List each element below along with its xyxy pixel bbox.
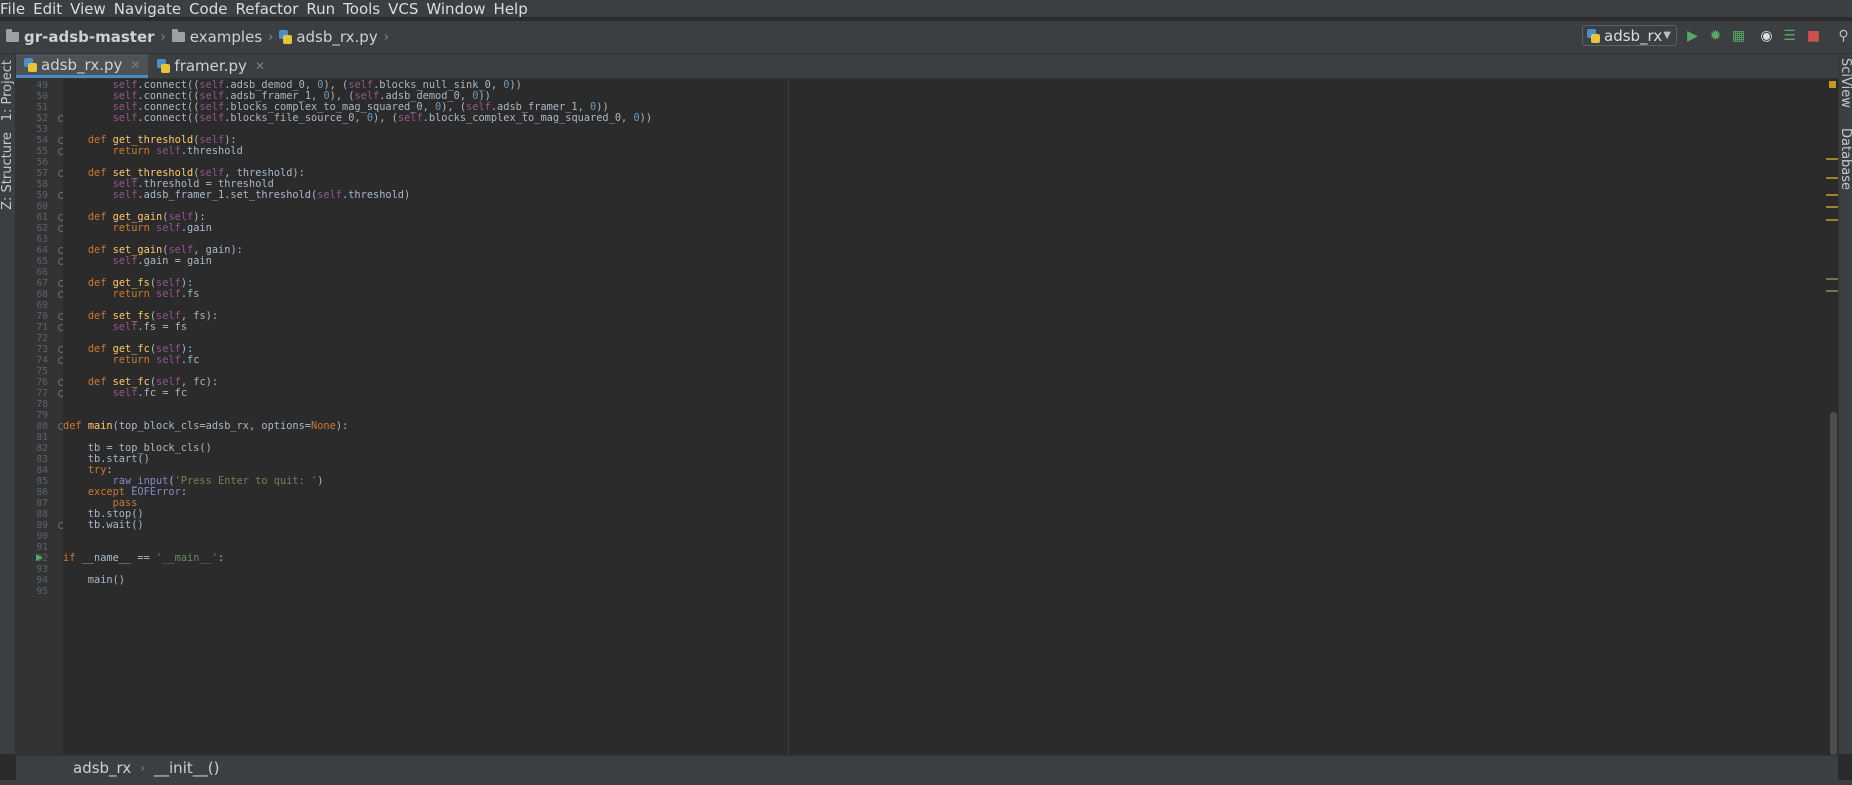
error-stripe-marker[interactable] xyxy=(1826,206,1838,208)
code-line[interactable]: return self.fc xyxy=(63,354,200,367)
folder-icon xyxy=(171,29,185,42)
code-line[interactable]: return self.gain xyxy=(63,222,212,235)
menu-file[interactable]: File xyxy=(0,0,32,18)
code-line[interactable]: self.adsb_framer_1.set_threshold(self.th… xyxy=(63,189,411,202)
breadcrumb-method[interactable]: __init__() xyxy=(154,759,219,777)
code-line[interactable]: tb.wait() xyxy=(63,519,144,532)
project-folder-icon xyxy=(6,29,19,42)
breadcrumb-separator: › xyxy=(140,761,146,775)
editor-scrollbar-thumb[interactable] xyxy=(1830,412,1837,755)
structure-tool-button[interactable]: Z: Structure xyxy=(0,132,15,210)
error-stripe-marker[interactable] xyxy=(1826,177,1838,179)
nav-separator: › xyxy=(383,29,389,45)
code-line[interactable]: self.connect((self.blocks_file_source_0,… xyxy=(63,112,652,125)
nav-file[interactable]: adsb_rx.py xyxy=(279,28,378,46)
menu-navigate[interactable]: Navigate xyxy=(113,0,188,18)
navigation-bar: gr-adsb-master › examples › adsb_rx.py ›… xyxy=(0,21,1852,54)
code-line[interactable]: return self.threshold xyxy=(63,145,243,158)
menu-vcs[interactable]: VCS xyxy=(387,0,425,18)
menu-view[interactable]: View xyxy=(69,0,113,18)
warning-indicator-icon[interactable] xyxy=(1829,81,1836,88)
code-line[interactable]: def main(top_block_cls=adsb_rx, options=… xyxy=(63,420,348,433)
stop-icon[interactable]: ■ xyxy=(1805,27,1822,44)
menu-help[interactable]: Help xyxy=(493,0,535,18)
code-line[interactable]: if __name__ == '__main__': xyxy=(63,552,224,565)
close-icon[interactable]: ✕ xyxy=(130,58,140,72)
tab-framer[interactable]: framer.py ✕ xyxy=(148,54,273,78)
database-tool-button[interactable]: Database xyxy=(1838,128,1852,190)
python-file-icon xyxy=(24,57,37,72)
run-config-label: adsb_rx xyxy=(1604,26,1663,45)
error-stripe-marker[interactable] xyxy=(1826,158,1838,160)
tab-label: framer.py xyxy=(174,57,247,75)
menu-refactor[interactable]: Refactor xyxy=(234,0,305,18)
run-icon[interactable]: ▶ xyxy=(1684,27,1701,44)
search-icon[interactable]: ⚲ xyxy=(1835,27,1852,44)
menu-tools[interactable]: Tools xyxy=(342,0,387,18)
editor-tab-bar: adsb_rx.py ✕ framer.py ✕ xyxy=(15,54,1838,79)
code-breadcrumb: adsb_rx › __init__() xyxy=(16,755,1838,780)
code-line[interactable]: return self.fs xyxy=(63,288,200,301)
python-file-icon xyxy=(1587,28,1600,43)
error-stripe-marker[interactable] xyxy=(1826,278,1838,280)
nav-separator: › xyxy=(268,29,274,45)
chevron-down-icon: ▼ xyxy=(1663,30,1671,41)
left-tool-strip: 1: Project Z: Structure xyxy=(0,54,16,754)
profile-icon[interactable]: ◉ xyxy=(1758,27,1775,44)
right-tool-strip: SciView Database xyxy=(1838,54,1852,754)
nav-file-label: adsb_rx.py xyxy=(296,28,378,46)
debug-icon[interactable]: ✹ xyxy=(1707,27,1724,44)
tab-adsb-rx[interactable]: adsb_rx.py ✕ xyxy=(15,54,149,78)
error-stripe-marker[interactable] xyxy=(1826,219,1838,221)
menu-bar: File Edit View Navigate Code Refactor Ru… xyxy=(0,0,1852,18)
menu-edit[interactable]: Edit xyxy=(32,0,69,18)
nav-project[interactable]: gr-adsb-master xyxy=(6,28,155,46)
menu-code[interactable]: Code xyxy=(188,0,234,18)
menu-run[interactable]: Run xyxy=(305,0,342,18)
python-file-icon xyxy=(157,59,171,73)
line-number: 95 xyxy=(36,586,48,597)
nav-separator: › xyxy=(160,29,166,45)
concurrency-icon[interactable]: ☰ xyxy=(1781,27,1798,44)
project-tool-button[interactable]: 1: Project xyxy=(0,60,15,121)
coverage-icon[interactable]: ▦ xyxy=(1730,27,1747,44)
code-editor[interactable]: self.connect((self.adsb_demod_0, 0), (se… xyxy=(63,79,1823,755)
line-number-gutter: 49 50 51 52 53 54 55 56 57 58 59 60 61 62 63 64 65 66 67 68… xyxy=(16,79,65,755)
code-line[interactable]: self.fs = fs xyxy=(63,321,187,334)
code-line[interactable]: self.gain = gain xyxy=(63,255,212,268)
code-line[interactable]: main() xyxy=(63,574,125,587)
error-stripe-marker[interactable] xyxy=(1826,194,1838,196)
tab-label: adsb_rx.py xyxy=(41,55,123,74)
run-configuration-dropdown[interactable]: adsb_rx ▼ xyxy=(1582,25,1677,46)
nav-project-label: gr-adsb-master xyxy=(24,28,155,46)
code-line[interactable]: self.fc = fc xyxy=(63,387,187,400)
nav-folder[interactable]: examples xyxy=(171,28,263,46)
status-bar xyxy=(0,780,1852,785)
sciview-tool-button[interactable]: SciView xyxy=(1838,58,1852,108)
close-icon[interactable]: ✕ xyxy=(255,59,265,73)
breadcrumb-class[interactable]: adsb_rx xyxy=(73,759,131,777)
nav-folder-label: examples xyxy=(189,28,263,46)
error-stripe-marker[interactable] xyxy=(1826,290,1838,292)
python-file-icon xyxy=(279,30,293,44)
right-margin-guide xyxy=(788,79,789,755)
menu-window[interactable]: Window xyxy=(425,0,492,18)
